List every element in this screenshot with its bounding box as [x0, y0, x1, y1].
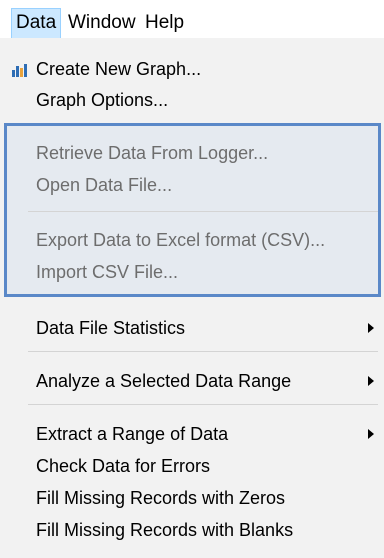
- extract-range-label: Extract a Range of Data: [36, 424, 229, 444]
- data-file-statistics-item[interactable]: Data File Statistics: [0, 314, 384, 342]
- check-data-errors-item[interactable]: Check Data for Errors: [0, 452, 384, 480]
- extract-range-item[interactable]: Extract a Range of Data: [0, 420, 384, 448]
- data-file-statistics-label: Data File Statistics: [36, 318, 186, 338]
- menu-separator: [28, 351, 378, 352]
- menu-help[interactable]: Help: [141, 8, 188, 38]
- graph-options-item[interactable]: Graph Options...: [0, 86, 384, 114]
- check-data-errors-label: Check Data for Errors: [36, 456, 211, 476]
- retrieve-data-item: Retrieve Data From Logger...: [0, 139, 384, 167]
- create-new-graph-label: Create New Graph...: [36, 59, 202, 79]
- fill-blanks-label: Fill Missing Records with Blanks: [36, 520, 294, 540]
- data-dropdown-menu: Create New Graph... Graph Options... Ret…: [0, 38, 384, 558]
- open-data-file-item: Open Data File...: [0, 171, 384, 199]
- menu-separator: [28, 404, 378, 405]
- export-csv-label: Export Data to Excel format (CSV)...: [36, 230, 326, 250]
- fill-zeros-label: Fill Missing Records with Zeros: [36, 488, 286, 508]
- export-csv-item: Export Data to Excel format (CSV)...: [0, 226, 384, 254]
- analyze-range-item[interactable]: Analyze a Selected Data Range: [0, 367, 384, 395]
- fill-zeros-item[interactable]: Fill Missing Records with Zeros: [0, 484, 384, 512]
- bar-chart-icon: [12, 64, 27, 77]
- menu-window[interactable]: Window: [64, 8, 140, 38]
- menu-data[interactable]: Data: [11, 8, 62, 38]
- submenu-arrow-icon: [368, 323, 374, 333]
- submenu-arrow-icon: [368, 429, 374, 439]
- import-csv-item: Import CSV File...: [0, 258, 384, 286]
- menu-bar: Data Window Help: [0, 0, 384, 38]
- open-data-file-label: Open Data File...: [36, 175, 173, 195]
- submenu-arrow-icon: [368, 376, 374, 386]
- menu-separator: [28, 211, 378, 212]
- fill-blanks-item[interactable]: Fill Missing Records with Blanks: [0, 516, 384, 544]
- graph-options-label: Graph Options...: [36, 90, 169, 110]
- retrieve-data-label: Retrieve Data From Logger...: [36, 143, 269, 163]
- import-csv-label: Import CSV File...: [36, 262, 179, 282]
- create-new-graph-item[interactable]: Create New Graph...: [0, 55, 384, 83]
- analyze-range-label: Analyze a Selected Data Range: [36, 371, 292, 391]
